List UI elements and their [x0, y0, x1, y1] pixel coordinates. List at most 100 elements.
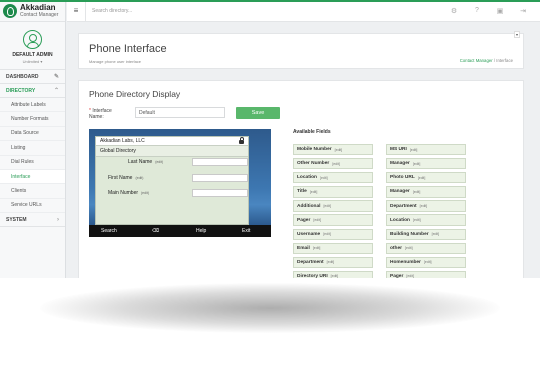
available-field-label: Email: [297, 245, 310, 251]
panel-toggle[interactable]: ▾: [513, 31, 520, 38]
available-field[interactable]: Manager [edit]: [386, 158, 466, 170]
section-title: Phone Directory Display: [89, 89, 181, 99]
available-field[interactable]: Photo URL [edit]: [386, 172, 466, 184]
available-field-label: Department: [390, 203, 417, 209]
available-field[interactable]: Pager [edit]: [386, 270, 466, 278]
available-field[interactable]: Manager [edit]: [386, 186, 466, 198]
available-field-edit[interactable]: [edit]: [332, 162, 340, 166]
sidebar-dashboard[interactable]: DASHBOARD ✎: [0, 70, 65, 84]
available-field-edit[interactable]: [edit]: [323, 232, 331, 236]
available-field[interactable]: Location [edit]: [386, 214, 466, 226]
available-field[interactable]: Department [edit]: [293, 256, 373, 269]
softkey-help[interactable]: Help: [196, 228, 206, 234]
lock-icon: [239, 137, 244, 144]
phone-row-edit[interactable]: (edit): [135, 176, 143, 180]
available-field-edit[interactable]: [edit]: [432, 232, 440, 236]
user-role-dropdown[interactable]: Unlimited ▾: [23, 59, 43, 64]
sidebar-item-clients[interactable]: Clients: [0, 184, 65, 199]
available-field-edit[interactable]: [edit]: [313, 218, 321, 222]
chevron-right-icon: ›: [57, 216, 59, 223]
available-field-label: Additional: [297, 203, 321, 209]
phone-row-edit[interactable]: (edit): [155, 160, 163, 164]
available-field-edit[interactable]: [edit]: [405, 246, 413, 250]
user-name[interactable]: DEFAULT ADMIN: [12, 52, 52, 58]
available-field[interactable]: MS URI [edit]: [386, 144, 466, 156]
sidebar-system[interactable]: SYSTEM ›: [0, 213, 65, 228]
available-fields-right: MS URI [edit] Manager [edit] Photo URL [edit]…: [386, 144, 466, 278]
softkey-search[interactable]: Search: [101, 228, 117, 234]
notification-icon[interactable]: ▣: [494, 0, 506, 22]
available-field-edit[interactable]: [edit]: [320, 176, 328, 180]
phone-row-edit[interactable]: (edit): [141, 191, 149, 195]
brand[interactable]: Akkadian Contact Manager: [0, 0, 65, 22]
sidebar-directory[interactable]: DIRECTORY ⌃: [0, 84, 65, 98]
available-field-edit[interactable]: [edit]: [410, 148, 418, 152]
available-field-edit[interactable]: [edit]: [327, 260, 335, 264]
settings-icon[interactable]: ⚙: [448, 0, 460, 22]
page-header: ▾ Phone Interface Manage phone user inte…: [78, 31, 524, 69]
sidebar-item-dial-rules[interactable]: Dial Rules: [0, 156, 65, 170]
available-field[interactable]: Title [edit]: [293, 186, 373, 198]
available-field[interactable]: Building Number [edit]: [386, 228, 466, 240]
page-subtitle: Manage phone user interface: [89, 59, 142, 64]
available-field-edit[interactable]: [edit]: [413, 162, 421, 166]
avatar-icon[interactable]: [23, 30, 42, 49]
available-field[interactable]: Username [edit]: [293, 228, 373, 240]
available-field[interactable]: Location [edit]: [293, 172, 373, 184]
phone-row-label: Last Name: [128, 159, 153, 165]
available-field-label: Pager: [297, 217, 311, 223]
available-field-label: Building Number: [390, 231, 429, 237]
available-field-edit[interactable]: [edit]: [406, 274, 414, 278]
available-field[interactable]: other [edit]: [386, 242, 466, 254]
available-field[interactable]: Homenumber [edit]: [386, 256, 466, 269]
brand-product: Contact Manager: [20, 11, 59, 18]
available-field-label: Other Number: [297, 161, 330, 167]
backspace-icon[interactable]: ⌫: [152, 228, 159, 234]
phone-row-first-name[interactable]: First Name (edit): [108, 175, 143, 181]
available-field-edit[interactable]: [edit]: [420, 204, 428, 208]
available-field[interactable]: Mobile Number [edit]: [293, 144, 373, 156]
help-icon[interactable]: ?: [471, 0, 483, 22]
available-field-edit[interactable]: [edit]: [413, 190, 421, 194]
phone-directory-panel: Phone Directory Display * Interface Name…: [78, 80, 524, 278]
available-field-edit[interactable]: [edit]: [310, 190, 318, 194]
breadcrumb-current: Interface: [496, 58, 513, 63]
pencil-icon: ✎: [53, 74, 59, 80]
sidebar-item-service-urls[interactable]: Service URLs: [0, 199, 65, 214]
user-profile: DEFAULT ADMIN Unlimited ▾: [0, 22, 65, 70]
sidebar-item-interface[interactable]: Interface: [0, 169, 65, 185]
phone-row-main-number[interactable]: Main Number (edit): [108, 190, 149, 196]
available-field-edit[interactable]: [edit]: [418, 176, 426, 180]
available-field[interactable]: Email [edit]: [293, 242, 373, 254]
available-field[interactable]: Directory URI [edit]: [293, 270, 373, 278]
available-field-edit[interactable]: [edit]: [331, 274, 339, 278]
sidebar-item-data-source[interactable]: Data Source: [0, 127, 65, 142]
logout-icon[interactable]: ⇥: [517, 0, 529, 22]
available-field[interactable]: Department [edit]: [386, 200, 466, 212]
available-field-label: Pager: [390, 273, 404, 278]
topbar: ≡ Search directory... ⚙ ? ▣ ⇥: [0, 0, 540, 22]
available-field[interactable]: Pager [edit]: [293, 214, 373, 226]
breadcrumb-separator: /: [493, 58, 496, 63]
available-field[interactable]: Additional [edit]: [293, 200, 373, 212]
available-field-edit[interactable]: [edit]: [335, 148, 343, 152]
brand-name: Akkadian: [20, 2, 56, 12]
available-field[interactable]: Other Number [edit]: [293, 158, 373, 170]
available-field-label: Photo URL: [390, 175, 415, 181]
softkey-exit[interactable]: Exit: [242, 228, 250, 234]
sidebar-item-number-formats[interactable]: Number Formats: [0, 112, 65, 127]
available-field-edit[interactable]: [edit]: [323, 204, 331, 208]
save-button[interactable]: Save: [236, 107, 280, 119]
sidebar-item-listing[interactable]: Listing: [0, 141, 65, 156]
search-input[interactable]: Search directory...: [86, 8, 448, 14]
available-field-edit[interactable]: [edit]: [424, 260, 432, 264]
available-field-label: Username: [297, 231, 321, 237]
available-field-label: Title: [297, 189, 307, 195]
phone-row-last-name[interactable]: Last Name (edit): [128, 159, 163, 165]
available-field-edit[interactable]: [edit]: [413, 218, 421, 222]
hamburger-menu-icon[interactable]: ≡: [67, 0, 86, 22]
breadcrumb-link[interactable]: Contact Manager: [460, 58, 493, 63]
sidebar-item-attribute-labels[interactable]: Attribute Labels: [0, 98, 65, 113]
interface-name-input[interactable]: Default: [135, 107, 225, 118]
available-field-edit[interactable]: [edit]: [313, 246, 321, 250]
